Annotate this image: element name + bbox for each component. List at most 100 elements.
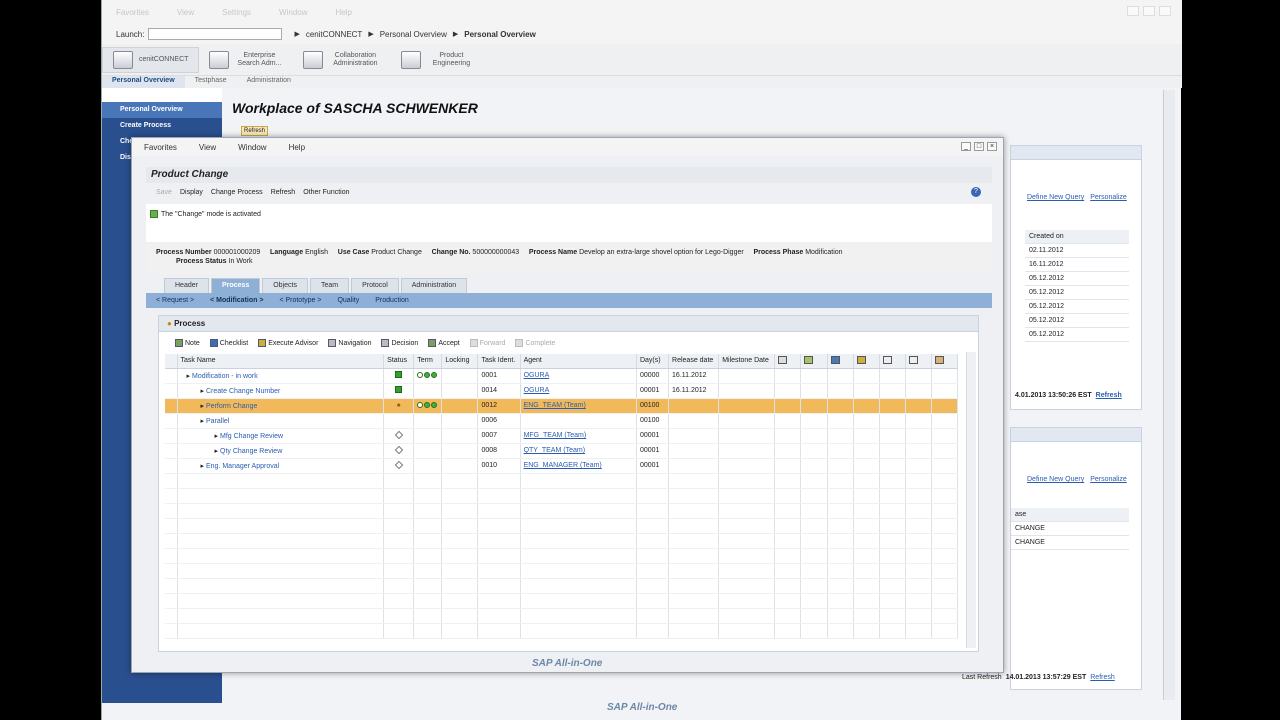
select-all-cell[interactable] [165,354,178,369]
action-cell[interactable] [774,428,802,444]
forward-button[interactable]: Forward [469,339,505,347]
action-cell[interactable] [931,428,959,444]
col-milestone-date[interactable]: Milestone Date [718,354,776,369]
col-action-icon[interactable] [905,354,932,369]
define-new-query-link[interactable]: Define New Query [1027,476,1084,483]
action-cell[interactable] [879,398,906,414]
agent-link[interactable]: OGURA [524,387,550,394]
tab-administration[interactable]: Administration [237,76,301,88]
table-row[interactable]: ▸ Qty Change Review 0008 QTY_TEAM (Team) 00… [165,443,959,459]
action-cell[interactable] [774,398,802,414]
breadcrumb-item[interactable]: Personal Overview [380,30,447,39]
action-cell[interactable] [853,458,880,474]
action-cell[interactable] [774,458,802,474]
action-cell[interactable] [774,368,802,384]
col-action-icon[interactable] [853,354,880,369]
define-new-query-link[interactable]: Define New Query [1027,194,1084,201]
col-task-name[interactable]: Task Name [177,354,385,369]
menu-window[interactable]: Window [279,8,307,17]
action-cell[interactable] [931,368,959,384]
agent-cell[interactable] [520,413,637,429]
task-name[interactable]: Qty Change Review [220,448,282,455]
agent-link[interactable]: MFG_TEAM (Team) [524,432,587,439]
toolbar-collaboration[interactable]: Collaboration Administration [293,47,391,73]
row-selector[interactable] [165,398,178,414]
minimize-icon[interactable]: _ [961,142,971,151]
task-name-cell[interactable]: ▸ Parallel [177,413,385,429]
action-cell[interactable] [800,428,828,444]
refresh-link[interactable]: Refresh [1090,674,1115,681]
table-row[interactable]: ▸ Eng. Manager Approval 0010 ENG_MANAGER (… [165,458,959,474]
close-icon[interactable] [1159,6,1171,16]
agent-link[interactable]: QTY_TEAM (Team) [524,447,585,454]
action-cell[interactable] [931,443,959,459]
col-days[interactable]: Day(s) [636,354,670,369]
action-cell[interactable] [774,383,802,399]
row-selector[interactable] [165,428,178,444]
action-cell[interactable] [800,458,828,474]
tab-testphase[interactable]: Testphase [185,76,237,88]
change-process-button[interactable]: Change Process [211,189,263,196]
left-nav-create-process[interactable]: Create Process [102,118,222,134]
task-name-cell[interactable]: ▸ Create Change Number [177,383,385,399]
action-cell[interactable] [879,368,906,384]
action-cell[interactable] [905,413,932,429]
menu-view[interactable]: View [199,143,216,152]
action-cell[interactable] [827,443,854,459]
breadcrumb-item[interactable]: cenitCONNECT [306,30,362,39]
menu-favorites[interactable]: Favorites [116,8,149,17]
agent-link[interactable]: OGURA [524,372,550,379]
action-cell[interactable] [905,458,932,474]
action-cell[interactable] [853,443,880,459]
tab-personal-overview[interactable]: Personal Overview [102,76,185,88]
task-name-cell[interactable]: ▸ Perform Change [177,398,385,414]
agent-cell[interactable]: MFG_TEAM (Team) [520,428,637,444]
task-name-cell[interactable]: ▸ Modification - in work [177,368,385,384]
tab-protocol[interactable]: Protocol [351,278,399,293]
tab-process[interactable]: Process [210,278,261,293]
col-status[interactable]: Status [383,354,415,369]
maximize-icon[interactable]: □ [974,142,984,151]
toolbar-cenitconnect[interactable]: cenitCONNECT [102,46,200,73]
tab-team[interactable]: Team [309,278,350,293]
action-cell[interactable] [800,443,828,459]
display-button[interactable]: Display [180,189,203,196]
subtab-prototype[interactable]: < Prototype > [279,297,321,304]
minimize-icon[interactable] [1127,6,1139,16]
refresh-button[interactable]: Refresh [271,189,296,196]
menu-help[interactable]: Help [335,8,351,17]
menu-favorites[interactable]: Favorites [144,143,177,152]
personalize-link[interactable]: Personalize [1090,194,1127,201]
agent-cell[interactable]: ENG_TEAM (Team) [520,398,637,414]
vertical-scrollbar[interactable] [1163,90,1175,700]
action-cell[interactable] [905,368,932,384]
action-cell[interactable] [905,443,932,459]
expand-icon[interactable]: ▸ [181,373,191,380]
agent-cell[interactable]: QTY_TEAM (Team) [520,443,637,459]
menu-window[interactable]: Window [238,143,266,152]
action-cell[interactable] [905,428,932,444]
action-cell[interactable] [879,428,906,444]
subtab-request[interactable]: < Request > [156,297,194,304]
action-cell[interactable] [853,428,880,444]
action-cell[interactable] [827,413,854,429]
task-name[interactable]: Parallel [206,418,229,425]
row-selector[interactable] [165,368,178,384]
tab-header[interactable]: Header [164,278,209,293]
table-row[interactable]: ▸ Parallel 0006 00100 [165,413,959,429]
agent-link[interactable]: ENG_TEAM (Team) [524,402,586,409]
action-cell[interactable] [905,398,932,414]
action-cell[interactable] [800,398,828,414]
action-cell[interactable] [879,458,906,474]
table-row[interactable]: ▸ Perform Change ♠ 0012 ENG_TEAM (Team) 0010… [165,398,959,414]
action-cell[interactable] [853,398,880,414]
task-name-cell[interactable]: ▸ Mfg Change Review [177,428,385,444]
action-cell[interactable] [931,398,959,414]
action-cell[interactable] [800,413,828,429]
task-name[interactable]: Mfg Change Review [220,433,283,440]
help-icon[interactable]: ? [971,187,981,197]
task-name[interactable]: Create Change Number [206,388,280,395]
table-row[interactable]: ▸ Create Change Number 0014 OGURA 00001 16.1… [165,383,959,399]
action-cell[interactable] [879,443,906,459]
action-cell[interactable] [931,383,959,399]
